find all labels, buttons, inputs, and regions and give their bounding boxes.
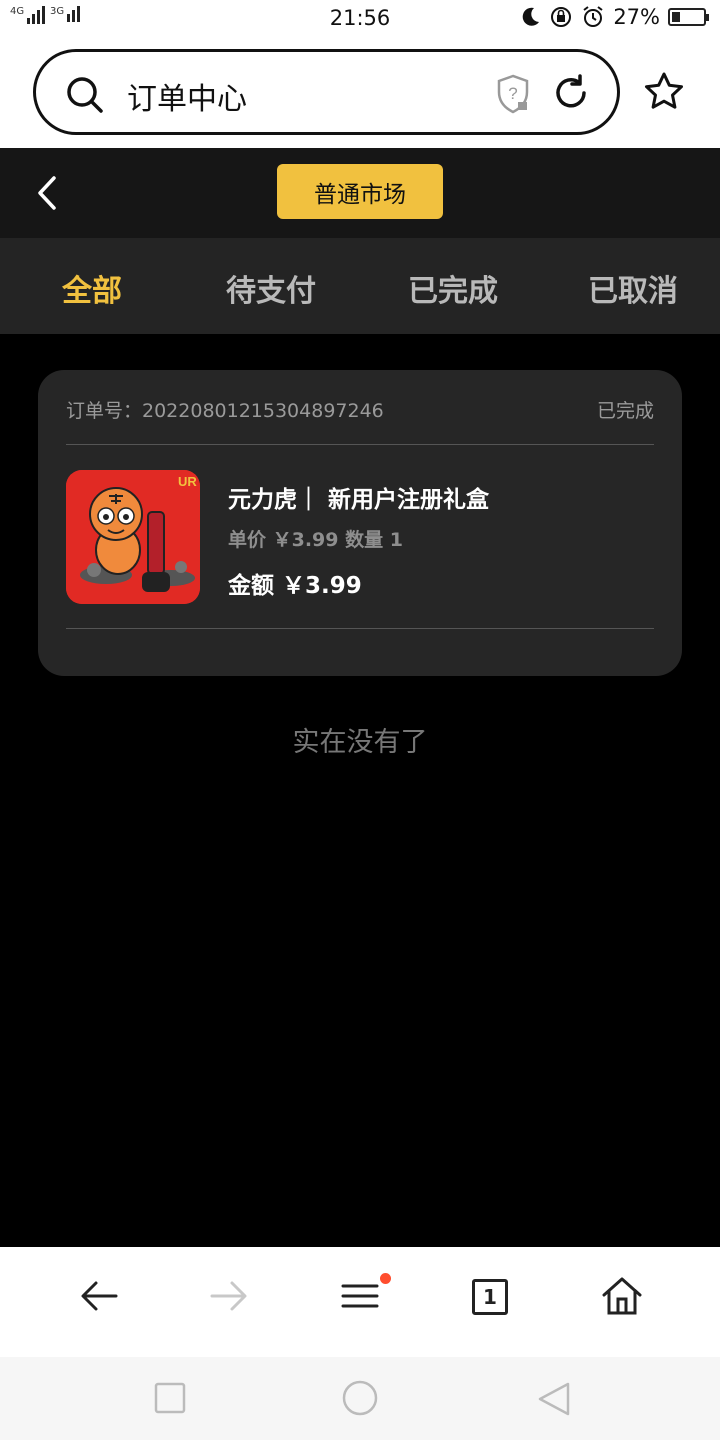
product-thumbnail: UR	[66, 470, 200, 604]
status-bar: 4G 3G 21:56 27%	[0, 0, 720, 40]
status-icons: 27%	[519, 5, 709, 29]
battery-level	[672, 12, 680, 22]
order-card[interactable]: 订单号：20220801215304897246 已完成 UR 元力虎｜ 新用户…	[38, 370, 682, 676]
tab-cancelled[interactable]: 已取消	[588, 266, 678, 310]
tab-pending-payment[interactable]: 待支付	[226, 266, 316, 310]
alarm-icon	[583, 6, 603, 27]
product-name: 元力虎｜ 新用户注册礼盒	[228, 487, 490, 513]
menu-icon[interactable]	[340, 1275, 380, 1317]
security-shield-icon[interactable]: ?	[495, 74, 531, 114]
thumbnail-badge: UR	[178, 474, 197, 489]
recents-square-icon[interactable]	[154, 1381, 186, 1415]
order-amount: 金额 ￥3.99	[228, 573, 362, 599]
tabs-icon[interactable]: 1	[472, 1279, 508, 1315]
divider	[66, 444, 654, 445]
chevron-left-icon[interactable]	[34, 174, 60, 212]
tiger-mascot-image: UR	[66, 470, 200, 604]
order-number: 订单号：20220801215304897246	[66, 400, 384, 422]
arrow-left-icon[interactable]	[78, 1275, 120, 1317]
browser-bottom-toolbar: 1	[0, 1247, 720, 1357]
divider	[66, 628, 654, 629]
order-status: 已完成	[596, 400, 654, 422]
notification-dot	[380, 1273, 391, 1284]
tab-completed[interactable]: 已完成	[408, 266, 498, 310]
browser-address-bar: 订单中心 ?	[0, 40, 720, 148]
home-circle-icon[interactable]	[341, 1379, 379, 1417]
no-more-hint: 实在没有了	[292, 727, 428, 758]
unit-price-quantity: 单价 ￥3.99 数量 1	[228, 529, 403, 551]
battery-percent: 27%	[613, 5, 660, 29]
reload-icon[interactable]	[552, 74, 590, 112]
search-icon	[67, 77, 103, 113]
market-button[interactable]: 普通市场	[277, 164, 443, 219]
rotation-lock-icon	[551, 7, 572, 27]
svg-text:?: ?	[508, 84, 517, 103]
arrow-right-icon[interactable]	[208, 1275, 250, 1317]
app-header: 普通市场	[0, 148, 720, 238]
order-tabs: 全部 待支付 已完成 已取消	[0, 238, 720, 334]
search-box[interactable]: 订单中心 ?	[33, 49, 620, 135]
tab-all[interactable]: 全部	[62, 266, 122, 310]
battery-icon	[668, 8, 709, 26]
moon-icon	[523, 7, 540, 26]
search-text: 订单中心	[127, 82, 247, 117]
star-icon[interactable]	[643, 71, 685, 111]
back-triangle-icon[interactable]	[536, 1381, 572, 1417]
home-icon[interactable]	[600, 1275, 644, 1317]
system-nav-bar	[0, 1357, 720, 1440]
